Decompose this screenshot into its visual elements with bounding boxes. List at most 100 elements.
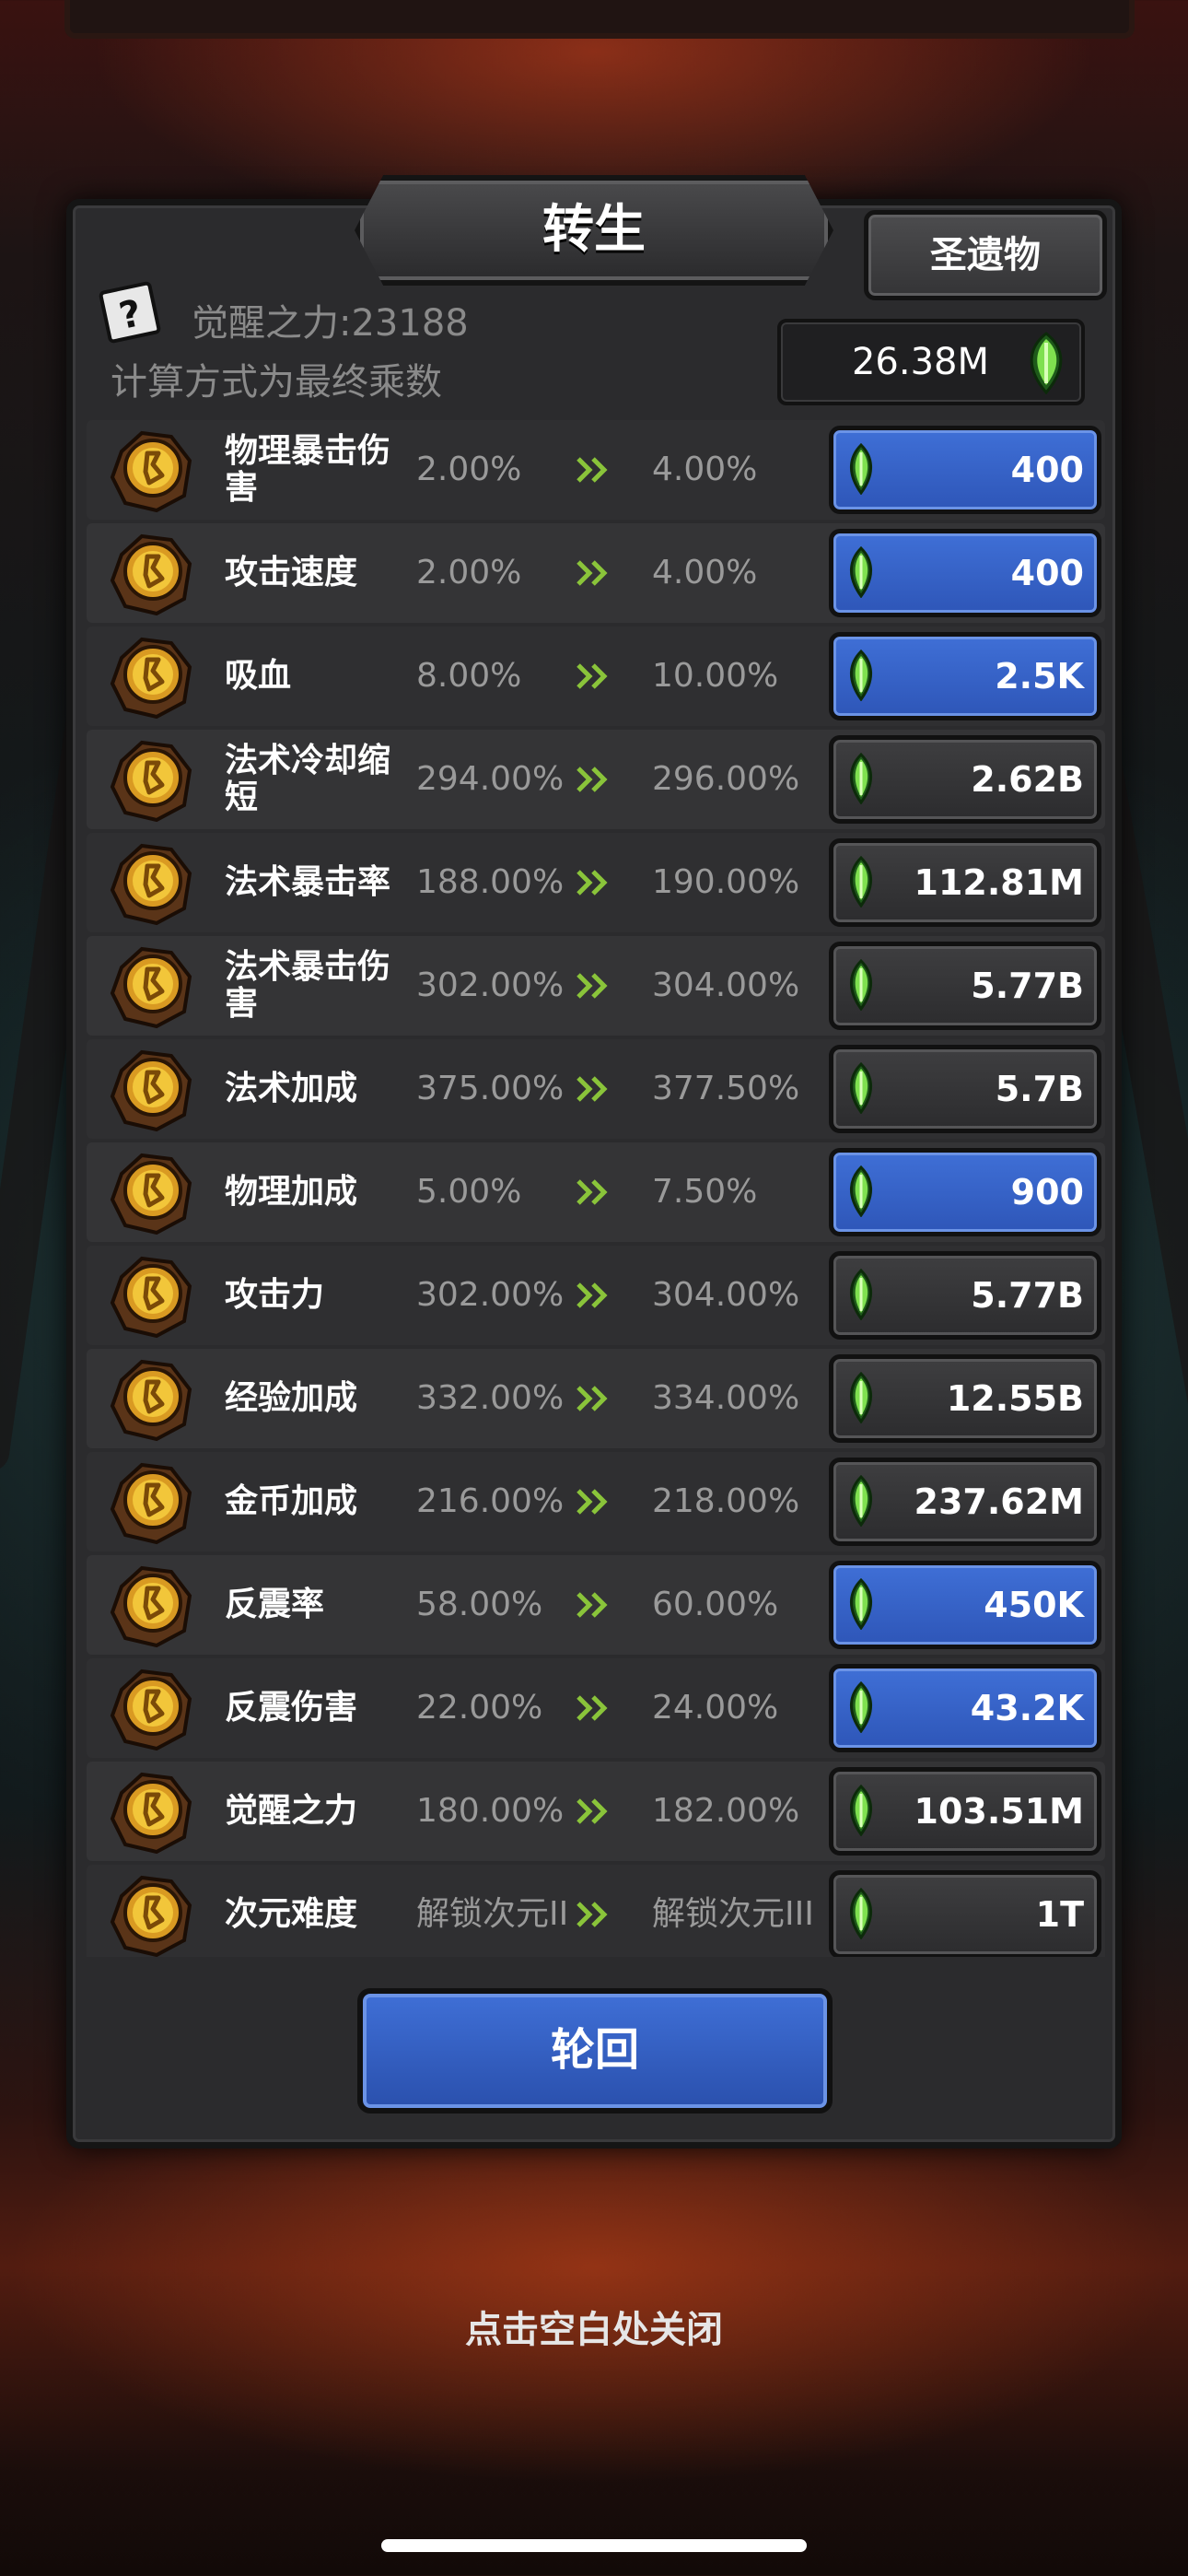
green-gem-icon — [843, 442, 879, 498]
next-value: 4.00% — [652, 451, 758, 488]
upgrade-row: 次元难度 解锁次元II 解锁次元III 1T — [87, 1865, 1105, 1957]
rune-icon — [105, 1559, 197, 1651]
relic-button[interactable]: 圣遗物 — [864, 210, 1107, 300]
upgrade-cost-button[interactable]: 2.62B — [829, 735, 1101, 824]
upgrade-cost-button[interactable]: 5.7B — [829, 1045, 1101, 1133]
rune-icon — [105, 1043, 197, 1135]
current-value: 5.00% — [416, 1173, 522, 1211]
upgrade-cost-button[interactable]: 900 — [829, 1148, 1101, 1236]
rune-icon — [105, 1352, 197, 1445]
rune-icon — [105, 1456, 197, 1548]
green-gem-icon — [843, 1784, 879, 1840]
upgrade-cost-button[interactable]: 5.77B — [829, 1251, 1101, 1340]
next-value: 304.00% — [652, 966, 800, 1004]
double-arrow-icon — [575, 1281, 615, 1310]
upgrade-row: 吸血 8.00% 10.00% 2.5K — [87, 626, 1105, 726]
double-arrow-icon — [575, 558, 615, 588]
cost-value: 2.5K — [995, 656, 1084, 697]
rune-icon — [105, 1765, 197, 1857]
upgrade-list[interactable]: 物理暴击伤害 2.00% 4.00% 400 攻击速度 2.00% 4.00% 400 吸血 8.… — [87, 420, 1105, 1957]
currency-value: 26.38M — [851, 341, 989, 383]
cost-value: 12.55B — [946, 1378, 1084, 1419]
double-arrow-icon — [575, 662, 615, 691]
green-gem-icon — [843, 1268, 879, 1324]
next-value: 解锁次元III — [652, 1895, 814, 1933]
cost-value: 43.2K — [970, 1688, 1084, 1728]
rune-icon — [105, 1249, 197, 1341]
double-arrow-icon — [575, 1797, 615, 1826]
upgrade-cost-button[interactable]: 5.77B — [829, 942, 1101, 1030]
upgrade-row: 反震率 58.00% 60.00% 450K — [87, 1555, 1105, 1655]
help-icon[interactable]: ? — [98, 280, 162, 345]
next-value: 60.00% — [652, 1586, 779, 1623]
double-arrow-icon — [575, 1900, 615, 1929]
upgrade-row: 物理暴击伤害 2.00% 4.00% 400 — [87, 420, 1105, 520]
current-value: 294.00% — [416, 760, 565, 798]
currency-display: 26.38M — [777, 319, 1085, 405]
next-value: 304.00% — [652, 1276, 800, 1314]
rune-icon — [105, 424, 197, 516]
next-value: 377.50% — [652, 1070, 800, 1107]
rune-icon — [105, 1146, 197, 1238]
next-value: 7.50% — [652, 1173, 758, 1211]
green-gem-icon — [843, 1371, 879, 1427]
upgrade-row: 法术暴击率 188.00% 190.00% 112.81M — [87, 833, 1105, 932]
double-arrow-icon — [575, 1693, 615, 1723]
green-gem-icon — [843, 1165, 879, 1221]
current-value: 216.00% — [416, 1482, 565, 1520]
upgrade-cost-button[interactable]: 103.51M — [829, 1767, 1101, 1856]
upgrade-row: 物理加成 5.00% 7.50% 900 — [87, 1142, 1105, 1242]
rebirth-button[interactable]: 轮回 — [357, 1988, 833, 2113]
green-gem-icon — [843, 752, 879, 808]
upgrade-row: 攻击速度 2.00% 4.00% 400 — [87, 523, 1105, 623]
upgrade-cost-button[interactable]: 450K — [829, 1561, 1101, 1649]
current-value: 302.00% — [416, 1276, 565, 1314]
stat-name: 攻击速度 — [225, 554, 358, 591]
stat-name: 反震伤害 — [225, 1689, 358, 1727]
next-value: 334.00% — [652, 1379, 800, 1417]
double-arrow-icon — [575, 1487, 615, 1516]
stat-name: 吸血 — [225, 657, 292, 695]
upgrade-cost-button[interactable]: 43.2K — [829, 1664, 1101, 1752]
double-arrow-icon — [575, 1177, 615, 1207]
upgrade-cost-button[interactable]: 12.55B — [829, 1354, 1101, 1443]
stat-name: 物理加成 — [225, 1173, 358, 1211]
next-value: 218.00% — [652, 1482, 800, 1520]
stat-name: 法术加成 — [225, 1070, 358, 1107]
cost-value: 5.77B — [971, 966, 1084, 1006]
green-gem-icon — [843, 958, 879, 1014]
cost-value: 103.51M — [914, 1791, 1084, 1832]
green-gem-icon — [843, 1474, 879, 1530]
current-value: 2.00% — [416, 451, 522, 488]
upgrade-row: 攻击力 302.00% 304.00% 5.77B — [87, 1246, 1105, 1345]
rune-icon — [105, 1868, 197, 1957]
rune-icon — [105, 733, 197, 825]
background-frame — [64, 0, 1135, 39]
close-hint[interactable]: 点击空白处关闭 — [0, 2300, 1188, 2353]
upgrade-cost-button[interactable]: 400 — [829, 426, 1101, 514]
next-value: 24.00% — [652, 1689, 779, 1727]
upgrade-row: 法术冷却缩短 294.00% 296.00% 2.62B — [87, 730, 1105, 829]
next-value: 10.00% — [652, 657, 779, 695]
green-gem-icon — [843, 1680, 879, 1737]
green-gem-icon — [1030, 332, 1063, 394]
current-value: 22.00% — [416, 1689, 543, 1727]
upgrade-row: 法术加成 375.00% 377.50% 5.7B — [87, 1039, 1105, 1139]
upgrade-cost-button[interactable]: 400 — [829, 529, 1101, 617]
rune-icon — [105, 940, 197, 1032]
upgrade-cost-button[interactable]: 1T — [829, 1870, 1101, 1957]
rune-icon — [105, 527, 197, 619]
green-gem-icon — [843, 855, 879, 911]
double-arrow-icon — [575, 868, 615, 897]
current-value: 188.00% — [416, 863, 565, 901]
cost-value: 2.62B — [971, 759, 1084, 800]
double-arrow-icon — [575, 1384, 615, 1413]
rune-icon — [105, 630, 197, 722]
stat-name: 觉醒之力 — [225, 1792, 358, 1830]
upgrade-cost-button[interactable]: 2.5K — [829, 632, 1101, 720]
upgrade-row: 反震伤害 22.00% 24.00% 43.2K — [87, 1658, 1105, 1758]
upgrade-cost-button[interactable]: 237.62M — [829, 1458, 1101, 1546]
rune-icon — [105, 1662, 197, 1754]
upgrade-cost-button[interactable]: 112.81M — [829, 838, 1101, 927]
next-value: 4.00% — [652, 554, 758, 591]
